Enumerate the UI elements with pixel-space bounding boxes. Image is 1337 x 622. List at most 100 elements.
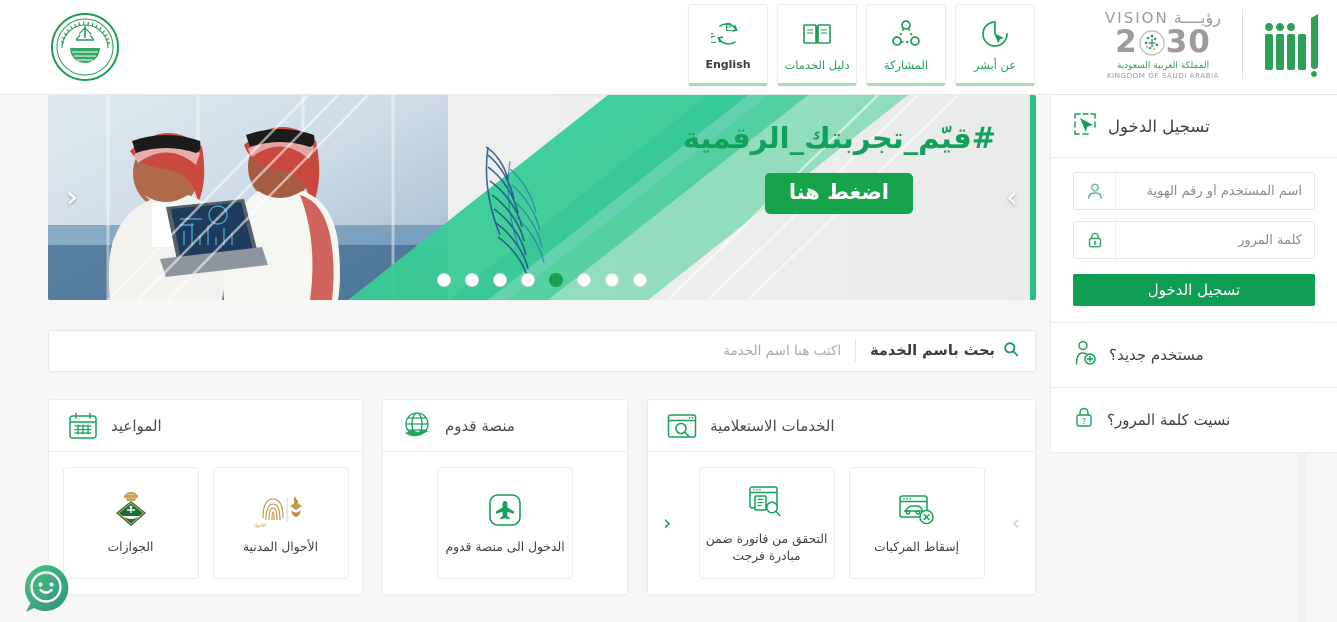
nav-about-absher-label: عن أبشر	[973, 57, 1017, 72]
card-inquiry-services: الخدمات الاستعلامية › إسقاط المركبات الت…	[647, 399, 1036, 595]
card-header: المواعيد	[48, 400, 363, 452]
nav-participation[interactable]: المشاركة	[866, 4, 946, 86]
header-nav: عن أبشر المشاركة دليل الخدمات E ع Englis…	[688, 4, 1035, 86]
forgot-password-label: نسيت كلمة المرور؟	[1107, 411, 1231, 429]
card-tiles: الأحوال المدنية الأحوال المدنية	[57, 467, 354, 579]
airplane-icon	[487, 490, 523, 530]
tile-civil-affairs[interactable]: الأحوال المدنية الأحوال المدنية	[212, 467, 349, 579]
search-icon	[1003, 341, 1019, 361]
password-field[interactable]	[1073, 221, 1315, 259]
nav-language-english[interactable]: E ع English	[688, 4, 768, 86]
civil-affairs-fingerprint-icon: الأحوال المدنية	[254, 490, 308, 530]
tile-enter-qadoum[interactable]: الدخول الى منصة قدوم	[437, 467, 574, 579]
vision-2030-logo[interactable]: VISION رؤيــــة 2 30 المملكة العربية الس…	[1098, 8, 1228, 80]
hero-carousel[interactable]: #قيّم_تجربتك_الرقمية اضغط هنا ‹ ›	[48, 95, 1036, 300]
tile-label: الجوازات	[107, 540, 154, 555]
brand-divider	[1242, 9, 1243, 79]
card-prev-arrow[interactable]: ‹	[656, 511, 678, 535]
hero-dot-5[interactable]	[493, 273, 507, 287]
user-add-icon	[1073, 340, 1097, 370]
globe-plane-icon	[401, 410, 433, 442]
share-network-icon	[890, 17, 922, 51]
card-body: الأحوال المدنية الأحوال المدنية	[49, 452, 362, 594]
lock-icon	[1074, 222, 1116, 258]
svg-text:E: E	[725, 21, 732, 34]
card-title: منصة قدوم	[445, 416, 515, 435]
tile-label: إسقاط المركبات	[874, 540, 960, 555]
username-field[interactable]	[1073, 172, 1315, 210]
vehicle-deregister-icon	[898, 490, 936, 530]
nav-about-absher[interactable]: عن أبشر	[955, 4, 1035, 86]
invoice-verify-icon	[748, 482, 786, 522]
services-guide-book-icon	[801, 17, 833, 51]
nav-services-guide-label: دليل الخدمات	[784, 57, 850, 72]
username-input[interactable]	[1116, 173, 1314, 209]
moi-emblem-logo[interactable]	[50, 12, 120, 82]
svg-text:?: ?	[1082, 417, 1086, 426]
hero-dot-4[interactable]	[521, 273, 535, 287]
hero-dot-6[interactable]	[465, 273, 479, 287]
hero-cta-button[interactable]: اضغط هنا	[764, 173, 913, 214]
card-title: الخدمات الاستعلامية	[710, 416, 835, 435]
hero-dot-0[interactable]	[633, 273, 647, 287]
new-user-link[interactable]: مستخدم جديد؟	[1051, 323, 1337, 387]
svg-text:ع: ع	[711, 29, 716, 44]
vision-year: 2 30	[1115, 24, 1211, 60]
hero-dot-1[interactable]	[605, 273, 619, 287]
hero-dot-3[interactable]	[549, 273, 563, 287]
calendar-icon	[67, 410, 99, 442]
hero-dots	[437, 273, 647, 287]
nav-services-guide[interactable]: دليل الخدمات	[777, 4, 857, 86]
new-user-section: مستخدم جديد؟	[1051, 323, 1337, 388]
hero-prev-arrow[interactable]: ‹	[66, 182, 78, 213]
card-tiles: إسقاط المركبات التحقق من فاتورة ضمن مباد…	[688, 467, 995, 579]
vision-sub-en: KINGDOM OF SAUDI ARABIA	[1106, 71, 1220, 80]
card-next-arrow[interactable]: ›	[1005, 511, 1027, 535]
passports-emblem-icon	[108, 490, 154, 530]
card-header: الخدمات الاستعلامية	[648, 400, 1035, 452]
card-body: الدخول الى منصة قدوم	[383, 452, 627, 594]
page-body: #قيّم_تجربتك_الرقمية اضغط هنا ‹ › بحث با…	[0, 95, 1337, 622]
login-submit-button[interactable]: تسجيل الدخول	[1073, 274, 1315, 306]
card-appointments: المواعيد الأحوا الأحوال المدنية الجوازات	[47, 399, 364, 595]
password-input[interactable]	[1116, 222, 1314, 258]
vision-palm-swords-mark	[1139, 29, 1165, 56]
tile-invoice-verify[interactable]: التحقق من فاتورة ضمن مبادرة فرجت	[698, 467, 835, 579]
new-user-label: مستخدم جديد؟	[1109, 346, 1204, 364]
main-column: #قيّم_تجربتك_الرقمية اضغط هنا ‹ › بحث با…	[47, 95, 1036, 595]
login-header-section: تسجيل الدخول	[1051, 95, 1337, 158]
tile-passports[interactable]: الجوازات	[62, 467, 199, 579]
login-title: تسجيل الدخول	[1108, 116, 1210, 136]
card-title: المواعيد	[110, 416, 162, 435]
nav-participation-label: المشاركة	[883, 57, 929, 72]
lock-question-icon: ?	[1073, 406, 1095, 434]
tile-vehicle-deregister[interactable]: إسقاط المركبات	[848, 467, 985, 579]
login-form-section: تسجيل الدخول	[1051, 158, 1337, 323]
search-label: بحث باسم الخدمة	[870, 343, 995, 359]
service-cards: الخدمات الاستعلامية › إسقاط المركبات الت…	[47, 399, 1036, 595]
login-header: تسجيل الدخول	[1051, 95, 1337, 157]
forgot-password-link[interactable]: ? نسيت كلمة المرور؟	[1051, 388, 1337, 452]
tile-label: الأحوال المدنية	[242, 540, 319, 555]
site-header: عن أبشر المشاركة دليل الخدمات E ع Englis…	[0, 0, 1337, 95]
search-input[interactable]	[581, 343, 842, 359]
card-tiles: الدخول الى منصة قدوم	[391, 467, 619, 579]
browser-search-icon	[666, 410, 698, 442]
svg-text:الأحوال المدنية: الأحوال المدنية	[254, 522, 266, 529]
about-cursor-icon	[979, 17, 1011, 51]
hero-dot-2[interactable]	[577, 273, 591, 287]
hero-title: #قيّم_تجربتك_الرقمية	[682, 121, 996, 155]
hero-dot-7[interactable]	[437, 273, 451, 287]
language-switch-icon: E ع	[711, 17, 745, 51]
chat-bot-button[interactable]	[20, 562, 72, 614]
card-header: منصة قدوم	[383, 400, 628, 452]
forgot-password-section: ? نسيت كلمة المرور؟	[1051, 388, 1337, 453]
chat-bot-icon	[24, 565, 69, 612]
login-cursor-icon	[1073, 112, 1097, 140]
hero-next-arrow[interactable]: ›	[1006, 182, 1018, 213]
tile-label: الدخول الى منصة قدوم	[445, 540, 565, 555]
tile-label: التحقق من فاتورة ضمن مبادرة فرجت	[705, 531, 828, 563]
service-search-bar[interactable]: بحث باسم الخدمة	[48, 330, 1036, 372]
absher-logo[interactable]	[1257, 8, 1329, 80]
card-body: › إسقاط المركبات التحقق من فاتورة ضمن مب…	[648, 452, 1035, 594]
